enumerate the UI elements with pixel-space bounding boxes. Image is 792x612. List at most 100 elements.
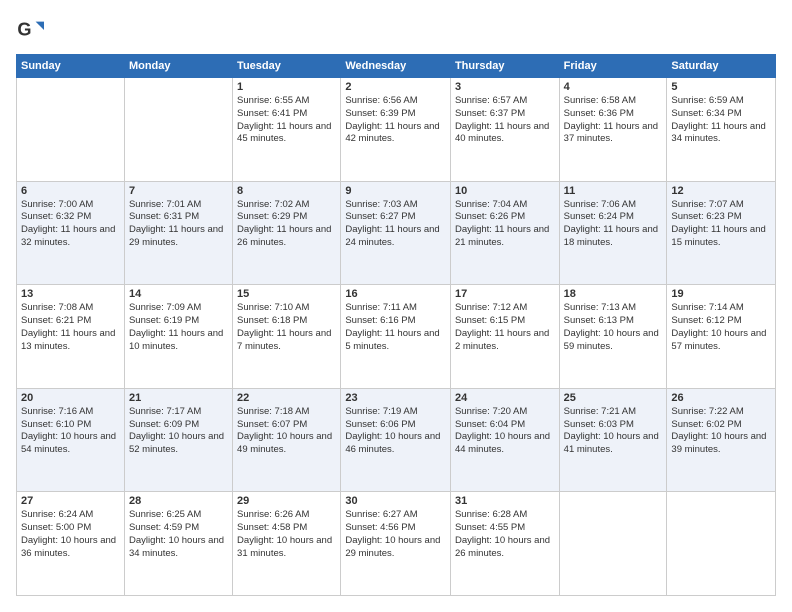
calendar-week-5: 27Sunrise: 6:24 AM Sunset: 5:00 PM Dayli…	[17, 492, 776, 596]
day-info: Sunrise: 7:04 AM Sunset: 6:26 PM Dayligh…	[455, 199, 555, 250]
calendar-cell: 7 Sunrise: 7:01 AM Sunset: 6:31 PM Daylig…	[124, 181, 232, 285]
day-number: 15	[237, 288, 336, 300]
day-number: 23	[345, 392, 446, 404]
day-info: Sunrise: 6:58 AM Sunset: 6:36 PM Dayligh…	[564, 95, 663, 146]
calendar-cell: 9 Sunrise: 7:03 AM Sunset: 6:27 PM Daylig…	[341, 181, 451, 285]
calendar-cell	[667, 492, 776, 596]
day-info: Sunrise: 7:00 AM Sunset: 6:32 PM Dayligh…	[21, 199, 120, 250]
day-number: 25	[564, 392, 663, 404]
day-number: 5	[671, 81, 771, 93]
day-number: 22	[237, 392, 336, 404]
day-number: 3	[455, 81, 555, 93]
calendar-cell: 14 Sunrise: 7:09 AM Sunset: 6:19 PM Dayli…	[124, 285, 232, 389]
day-number: 17	[455, 288, 555, 300]
calendar-cell: 1 Sunrise: 6:55 AM Sunset: 6:41 PM Daylig…	[233, 78, 341, 182]
calendar-cell: 26 Sunrise: 7:22 AM Sunset: 6:02 PM Dayli…	[667, 388, 776, 492]
calendar-cell: 17 Sunrise: 7:12 AM Sunset: 6:15 PM Dayli…	[450, 285, 559, 389]
day-info: Sunrise: 7:03 AM Sunset: 6:27 PM Dayligh…	[345, 199, 446, 250]
calendar-week-1: 1 Sunrise: 6:55 AM Sunset: 6:41 PM Daylig…	[17, 78, 776, 182]
day-number: 13	[21, 288, 120, 300]
calendar-cell: 12Sunrise: 7:07 AM Sunset: 6:23 PM Dayli…	[667, 181, 776, 285]
day-info: Sunrise: 7:08 AM Sunset: 6:21 PM Dayligh…	[21, 302, 120, 353]
day-info: Sunrise: 7:13 AM Sunset: 6:13 PM Dayligh…	[564, 302, 663, 353]
day-header-thursday: Thursday	[450, 55, 559, 78]
calendar-table: SundayMondayTuesdayWednesdayThursdayFrid…	[16, 54, 776, 596]
day-info: Sunrise: 7:20 AM Sunset: 6:04 PM Dayligh…	[455, 406, 555, 457]
day-info: Sunrise: 6:55 AM Sunset: 6:41 PM Dayligh…	[237, 95, 336, 146]
calendar-header-row: SundayMondayTuesdayWednesdayThursdayFrid…	[17, 55, 776, 78]
day-info: Sunrise: 7:11 AM Sunset: 6:16 PM Dayligh…	[345, 302, 446, 353]
calendar-cell: 13 Sunrise: 7:08 AM Sunset: 6:21 PM Dayli…	[17, 285, 125, 389]
day-number: 10	[455, 185, 555, 197]
header: G	[16, 16, 776, 44]
calendar-week-4: 20 Sunrise: 7:16 AM Sunset: 6:10 PM Dayli…	[17, 388, 776, 492]
logo: G	[16, 16, 48, 44]
calendar-cell	[559, 492, 667, 596]
day-number: 18	[564, 288, 663, 300]
day-number: 6	[21, 185, 120, 197]
day-number: 8	[237, 185, 336, 197]
calendar-cell: 10 Sunrise: 7:04 AM Sunset: 6:26 PM Dayli…	[450, 181, 559, 285]
day-number: 1	[237, 81, 336, 93]
calendar-cell: 5 Sunrise: 6:59 AM Sunset: 6:34 PM Daylig…	[667, 78, 776, 182]
calendar-cell: 16 Sunrise: 7:11 AM Sunset: 6:16 PM Dayli…	[341, 285, 451, 389]
day-number: 14	[129, 288, 228, 300]
calendar-cell: 31 Sunrise: 6:28 AM Sunset: 4:55 PM Dayli…	[450, 492, 559, 596]
day-info: Sunrise: 7:16 AM Sunset: 6:10 PM Dayligh…	[21, 406, 120, 457]
calendar-week-3: 13 Sunrise: 7:08 AM Sunset: 6:21 PM Dayli…	[17, 285, 776, 389]
day-number: 11	[564, 185, 663, 197]
day-info: Sunrise: 7:19 AM Sunset: 6:06 PM Dayligh…	[345, 406, 446, 457]
day-info: Sunrise: 6:56 AM Sunset: 6:39 PM Dayligh…	[345, 95, 446, 146]
calendar-cell	[17, 78, 125, 182]
day-info: Sunrise: 7:17 AM Sunset: 6:09 PM Dayligh…	[129, 406, 228, 457]
day-number: 9	[345, 185, 446, 197]
day-info: Sunrise: 6:57 AM Sunset: 6:37 PM Dayligh…	[455, 95, 555, 146]
day-info: Sunrise: 7:10 AM Sunset: 6:18 PM Dayligh…	[237, 302, 336, 353]
day-info: Sunrise: 7:02 AM Sunset: 6:29 PM Dayligh…	[237, 199, 336, 250]
page: G SundayMondayTuesdayWednesdayThursdayFr…	[0, 0, 792, 612]
day-number: 7	[129, 185, 228, 197]
calendar-cell: 21 Sunrise: 7:17 AM Sunset: 6:09 PM Dayli…	[124, 388, 232, 492]
day-number: 21	[129, 392, 228, 404]
calendar-cell: 23 Sunrise: 7:19 AM Sunset: 6:06 PM Dayli…	[341, 388, 451, 492]
day-number: 31	[455, 495, 555, 507]
calendar-cell: 11Sunrise: 7:06 AM Sunset: 6:24 PM Dayli…	[559, 181, 667, 285]
day-header-tuesday: Tuesday	[233, 55, 341, 78]
calendar-cell: 18 Sunrise: 7:13 AM Sunset: 6:13 PM Dayli…	[559, 285, 667, 389]
day-info: Sunrise: 7:22 AM Sunset: 6:02 PM Dayligh…	[671, 406, 771, 457]
day-number: 28	[129, 495, 228, 507]
day-header-friday: Friday	[559, 55, 667, 78]
day-number: 29	[237, 495, 336, 507]
day-number: 20	[21, 392, 120, 404]
day-number: 24	[455, 392, 555, 404]
day-info: Sunrise: 6:59 AM Sunset: 6:34 PM Dayligh…	[671, 95, 771, 146]
day-header-monday: Monday	[124, 55, 232, 78]
calendar-cell: 20 Sunrise: 7:16 AM Sunset: 6:10 PM Dayli…	[17, 388, 125, 492]
day-info: Sunrise: 6:25 AM Sunset: 4:59 PM Dayligh…	[129, 509, 228, 560]
day-info: Sunrise: 6:28 AM Sunset: 4:55 PM Dayligh…	[455, 509, 555, 560]
calendar-cell: 22 Sunrise: 7:18 AM Sunset: 6:07 PM Dayli…	[233, 388, 341, 492]
day-number: 2	[345, 81, 446, 93]
calendar-body: 1 Sunrise: 6:55 AM Sunset: 6:41 PM Daylig…	[17, 78, 776, 596]
calendar-cell: 19Sunrise: 7:14 AM Sunset: 6:12 PM Dayli…	[667, 285, 776, 389]
day-info: Sunrise: 7:12 AM Sunset: 6:15 PM Dayligh…	[455, 302, 555, 353]
calendar-cell: 28 Sunrise: 6:25 AM Sunset: 4:59 PM Dayli…	[124, 492, 232, 596]
day-number: 16	[345, 288, 446, 300]
day-number: 30	[345, 495, 446, 507]
calendar-cell: 6 Sunrise: 7:00 AM Sunset: 6:32 PM Daylig…	[17, 181, 125, 285]
calendar-cell: 25 Sunrise: 7:21 AM Sunset: 6:03 PM Dayli…	[559, 388, 667, 492]
day-info: Sunrise: 7:01 AM Sunset: 6:31 PM Dayligh…	[129, 199, 228, 250]
day-number: 27	[21, 495, 120, 507]
logo-icon: G	[16, 16, 44, 44]
calendar-cell: 24 Sunrise: 7:20 AM Sunset: 6:04 PM Dayli…	[450, 388, 559, 492]
day-number: 12	[671, 185, 771, 197]
day-info: Sunrise: 7:09 AM Sunset: 6:19 PM Dayligh…	[129, 302, 228, 353]
calendar-cell	[124, 78, 232, 182]
calendar-cell: 29Sunrise: 6:26 AM Sunset: 4:58 PM Dayli…	[233, 492, 341, 596]
calendar-week-2: 6 Sunrise: 7:00 AM Sunset: 6:32 PM Daylig…	[17, 181, 776, 285]
day-number: 26	[671, 392, 771, 404]
day-info: Sunrise: 7:21 AM Sunset: 6:03 PM Dayligh…	[564, 406, 663, 457]
day-number: 19	[671, 288, 771, 300]
day-info: Sunrise: 7:18 AM Sunset: 6:07 PM Dayligh…	[237, 406, 336, 457]
day-header-sunday: Sunday	[17, 55, 125, 78]
